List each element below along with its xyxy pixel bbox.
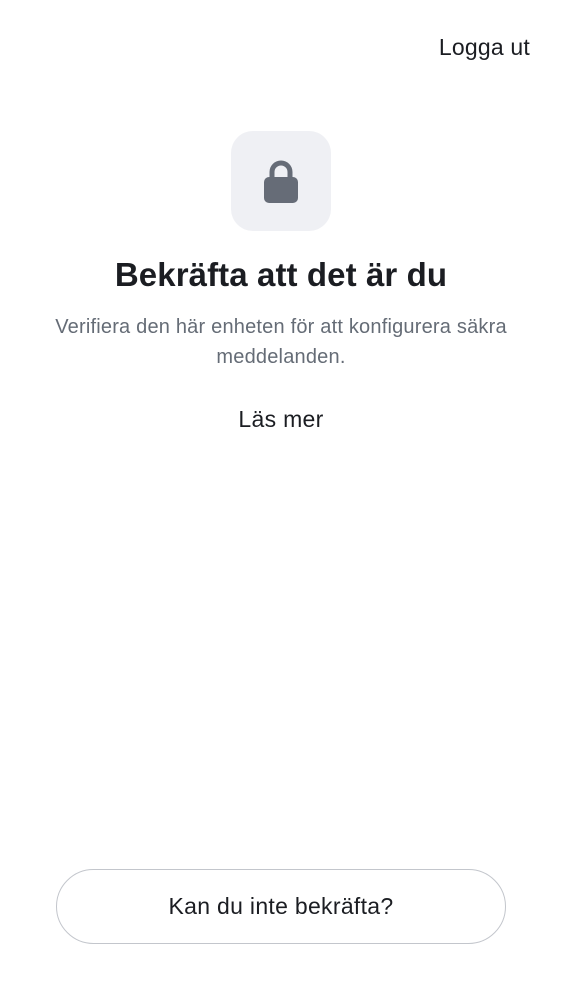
lock-icon-tile (231, 131, 331, 231)
cant-confirm-button[interactable]: Kan du inte bekräfta? (56, 869, 506, 944)
lock-icon (264, 160, 298, 203)
page-title: Bekräfta att det är du (114, 256, 448, 293)
learn-more-link[interactable]: Läs mer (0, 406, 562, 433)
logout-button[interactable]: Logga ut (439, 34, 530, 61)
description-text: Verifiera den här enheten för att konfig… (55, 316, 507, 368)
